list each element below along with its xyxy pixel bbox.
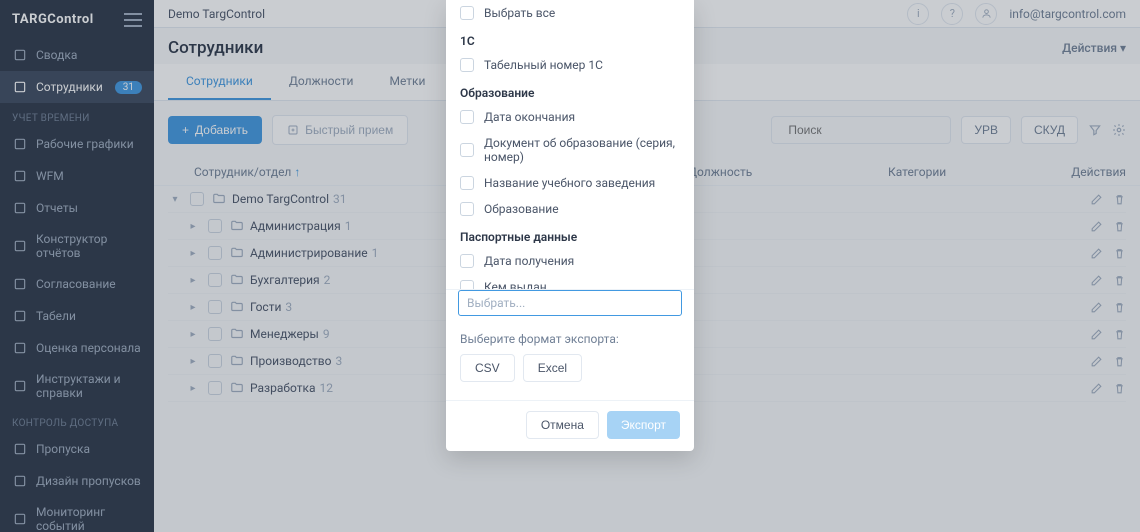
select-dropdown[interactable]: Выбрать... [458, 290, 682, 316]
export-modal: Выбрать все 1C Табельный номер 1С Образова… [446, 0, 694, 451]
field-checkbox[interactable]: Название учебного заведения [446, 170, 694, 196]
field-label: Дата окончания [484, 110, 575, 124]
field-checkbox[interactable]: Кем выдан [446, 274, 694, 290]
field-label: Дата получения [484, 254, 574, 268]
field-group-label: Образование [446, 78, 694, 104]
field-label: Кем выдан [484, 280, 547, 290]
format-excel-button[interactable]: Excel [523, 354, 582, 382]
format-label: Выберите формат экспорта: [446, 324, 694, 354]
field-label: Документ об образование (серия, номер) [484, 136, 680, 164]
field-checkbox[interactable]: Документ об образование (серия, номер) [446, 130, 694, 170]
field-checkbox[interactable]: Табельный номер 1С [446, 52, 694, 78]
field-checkbox[interactable]: Образование [446, 196, 694, 222]
select-all-checkbox[interactable]: Выбрать все [446, 0, 694, 26]
field-label: Название учебного заведения [484, 176, 655, 190]
field-label: Образование [484, 202, 559, 216]
export-button[interactable]: Экспорт [607, 411, 680, 439]
field-label: Табельный номер 1С [484, 58, 603, 72]
cancel-button[interactable]: Отмена [526, 411, 599, 439]
modal-overlay[interactable]: Выбрать все 1C Табельный номер 1С Образова… [0, 0, 1140, 532]
field-group-label: Паспортные данные [446, 222, 694, 248]
field-group-label: 1C [446, 26, 694, 52]
format-csv-button[interactable]: CSV [460, 354, 515, 382]
field-checkbox[interactable]: Дата получения [446, 248, 694, 274]
field-checkbox[interactable]: Дата окончания [446, 104, 694, 130]
